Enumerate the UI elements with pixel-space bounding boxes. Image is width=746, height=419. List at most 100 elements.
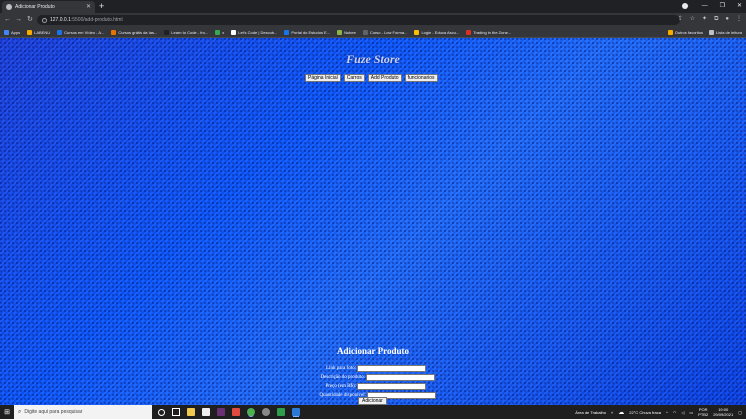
bookmark-icon [164, 29, 170, 35]
taskbar-apps [158, 408, 300, 416]
bookmark-label: LABENU [34, 29, 51, 35]
task-view-icon[interactable] [172, 408, 180, 416]
bookmark-label: Lista de leitura [715, 30, 742, 35]
nav-cars-button[interactable]: Carros [343, 74, 365, 82]
nav-employees-button[interactable]: funcionarios [404, 74, 438, 82]
weather-text[interactable]: 22°C Chuva fraca [629, 410, 661, 415]
close-window-icon[interactable]: ✕ [737, 1, 742, 11]
bookmark-item[interactable]: x [215, 29, 225, 35]
browser-tab[interactable]: Adicionar Produto ✕ [2, 1, 95, 13]
close-tab-icon[interactable]: ✕ [86, 4, 91, 10]
url-host: 127.0.0.1 [50, 17, 71, 23]
bookmark-item[interactable]: LABENU [27, 29, 51, 35]
bookmark-label: Curso - Low Forma... [369, 29, 408, 35]
store-icon[interactable] [202, 408, 210, 416]
extension-icon[interactable]: ✦ [702, 15, 707, 24]
bookmark-icon [27, 29, 33, 35]
taskbar-search[interactable]: ⌕ Digite aqui para pesquisar [14, 405, 152, 419]
bookmark-item[interactable]: Learn to Code - fro... [164, 29, 208, 35]
weather-icon: ☁ [618, 409, 625, 416]
bookmark-item[interactable]: Nubee [337, 29, 356, 35]
windows-taskbar: ⊞ ⌕ Digite aqui para pesquisar Área de T… [0, 405, 746, 419]
search-icon: ⌕ [18, 408, 22, 415]
share-icon[interactable]: ⇪ [678, 15, 683, 24]
price-input[interactable] [357, 383, 426, 390]
bookmark-icon [215, 29, 221, 35]
bookmark-item[interactable]: Apps [4, 29, 21, 35]
minimize-icon[interactable]: — [702, 1, 708, 11]
bookmarks-bar: Apps LABENU Cursos em Vídeo - A... Cursos g… [0, 27, 746, 38]
photo-link-input[interactable] [357, 365, 426, 372]
add-product-form: Link para foto: Descrição do produto: Pr… [290, 364, 450, 400]
form-row-description: Descrição do produto: [290, 373, 450, 382]
bookmark-item[interactable]: Curso - Low Forma... [362, 29, 408, 35]
info-icon[interactable] [42, 17, 47, 23]
bookmark-label: Let's Code | Descub... [238, 29, 278, 35]
address-bar[interactable]: 127.0.0.1 :5500/add-produto.html [37, 15, 680, 25]
description-input[interactable] [366, 374, 435, 381]
account-icon[interactable]: ● [725, 15, 729, 24]
chrome-icon[interactable] [247, 408, 255, 416]
cortana-icon[interactable] [158, 408, 165, 416]
restore-icon[interactable]: ❐ [720, 1, 725, 11]
bookmark-icon [466, 29, 472, 35]
bookmark-label: Cursos grátis da Ias... [118, 29, 158, 35]
forward-icon[interactable]: → [15, 15, 22, 24]
desktop-label[interactable]: Área de Trabalho [575, 410, 606, 415]
price-label: Preço (em R$): [325, 384, 356, 389]
quantity-label: Quantidade disponível: [319, 393, 366, 398]
tray-overflow-icon[interactable]: ^ [666, 410, 668, 415]
browser-icon[interactable] [262, 408, 270, 416]
chevron-down-icon[interactable]: ⌄ [685, 1, 690, 11]
reload-icon[interactable]: ↻ [27, 15, 33, 24]
bookmark-icon [4, 29, 9, 35]
notifications-icon[interactable]: ▢ [738, 410, 742, 415]
language-indicator[interactable]: POR PTB2 [698, 407, 708, 417]
bookmark-icon [337, 29, 343, 35]
terminal-icon[interactable] [217, 408, 225, 416]
bookmark-item[interactable]: Cursos em Vídeo - A... [57, 29, 104, 35]
nav-home-button[interactable]: Página Inicial [305, 74, 341, 82]
site-nav: Página Inicial Carros Add Produto funcio… [305, 74, 438, 82]
nav-add-product-button[interactable]: Add Produto [367, 74, 402, 82]
bookmark-item[interactable]: Cursos grátis da Ias... [111, 29, 158, 35]
windows-start-icon[interactable]: ⊞ [0, 405, 14, 419]
tab-bar: Adicionar Produto ✕ + ⌄ — ❐ ✕ [0, 0, 746, 13]
bookmark-label: Outros favoritos [674, 30, 703, 35]
menu-icon[interactable]: ⋮ [736, 15, 742, 24]
description-label: Descrição do produto: [320, 375, 365, 380]
photo-link-label: Link para foto: [326, 366, 356, 371]
spreadsheet-icon[interactable] [277, 408, 285, 416]
bookmark-label: x [222, 29, 225, 35]
puzzle-icon[interactable]: ⧉ [714, 15, 718, 24]
back-icon[interactable]: ← [4, 15, 11, 24]
bookmark-label: Trading in the Zone... [473, 29, 512, 35]
bookmark-item[interactable]: Portal do Estudos E... [284, 29, 331, 35]
bookmark-item[interactable]: Let's Code | Descub... [231, 29, 278, 35]
keyboard-layout: PTB2 [698, 412, 709, 417]
form-row-photo: Link para foto: [290, 364, 450, 373]
bookmark-item[interactable]: Trading in the Zone... [466, 29, 512, 35]
vscode-icon[interactable] [292, 408, 300, 416]
chevron-up-icon[interactable]: ˄ [611, 410, 613, 415]
network-icon[interactable]: ◠ [673, 410, 677, 415]
volume-icon[interactable]: ◁ [681, 410, 684, 415]
reading-list[interactable]: Lista de leitura [708, 30, 742, 35]
browser-toolbar: ← → ↻ 127.0.0.1 :5500/add-produto.html ⇪… [0, 13, 746, 27]
bookmark-label: Portal do Estudos E... [291, 29, 331, 35]
add-button[interactable]: Adicionar [358, 397, 387, 405]
bookmark-label: Apps [11, 29, 21, 35]
clock[interactable]: 19:00 29/09/2021 [713, 407, 733, 417]
system-tray: Área de Trabalho ˄ ☁ 22°C Chuva fraca ^ … [575, 405, 742, 419]
new-tab-button[interactable]: + [99, 1, 104, 12]
form-row-price: Preço (em R$): [290, 382, 450, 391]
battery-icon[interactable]: ▭ [689, 410, 693, 415]
file-explorer-icon[interactable] [187, 408, 195, 416]
folder-icon [667, 30, 673, 35]
bookmark-star-icon[interactable]: ☆ [690, 15, 695, 24]
bookmark-label: Nubee [344, 29, 356, 35]
other-bookmarks-folder[interactable]: Outros favoritos [667, 30, 703, 35]
bookmark-item[interactable]: Login - Educa Ascu... [414, 29, 459, 35]
bookmark-icon [362, 29, 368, 35]
app-icon[interactable] [232, 408, 240, 416]
